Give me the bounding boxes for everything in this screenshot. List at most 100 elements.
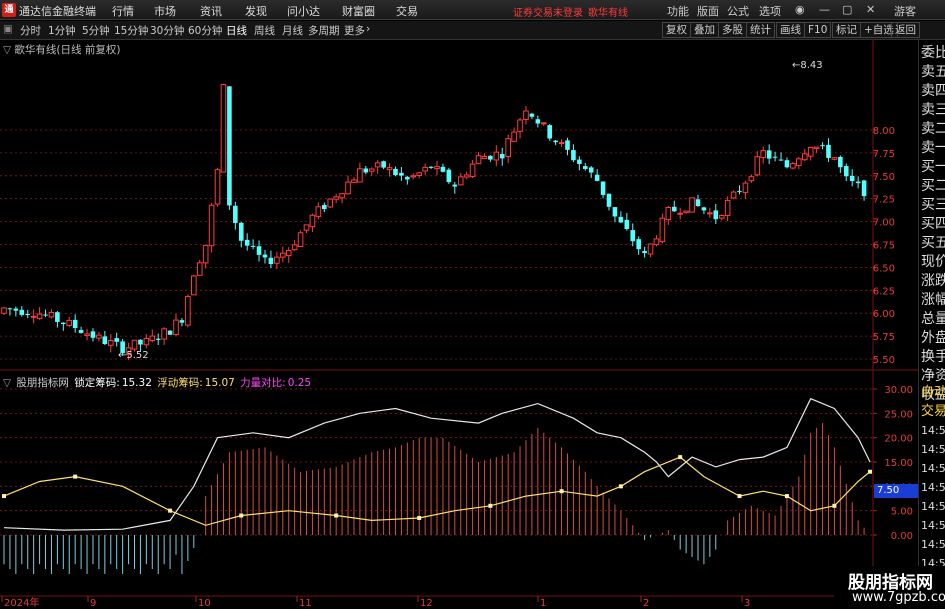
btn-fuquan[interactable]: 复权	[662, 22, 691, 38]
candle-body-up	[345, 181, 351, 195]
candle-body-down	[499, 153, 505, 159]
menu-zixun[interactable]: 资讯	[200, 3, 222, 19]
candle-body-up	[523, 110, 529, 120]
candle-body-down	[535, 119, 541, 124]
candle-body-up	[416, 172, 423, 176]
candle-body-down	[102, 336, 108, 345]
side-item-15[interactable]: 外盘	[921, 329, 945, 347]
period-60min[interactable]: 60分钟	[188, 23, 222, 38]
candle-body-down	[322, 204, 327, 210]
main-y-tick-label: 7.75	[873, 149, 895, 160]
main-y-tick-label: 6.00	[873, 309, 895, 320]
side-item-0[interactable]: 委比	[921, 44, 945, 62]
btn-biaoji[interactable]: 标记	[832, 22, 861, 38]
period-multi[interactable]: 多周期	[308, 23, 340, 38]
menu-xuanxiang[interactable]: 选项	[759, 3, 781, 19]
candle-body-up	[647, 243, 654, 255]
chevron-right-icon[interactable]: ›	[366, 23, 370, 35]
side-item-1[interactable]: 卖五	[921, 63, 945, 81]
period-1min[interactable]: 1分钟	[48, 23, 76, 38]
candle-body-down	[636, 239, 641, 250]
candle-body-up	[315, 206, 322, 217]
candle-body-down	[618, 216, 624, 223]
side-item-12[interactable]: 涨跌	[921, 272, 945, 290]
candle-body-up	[131, 339, 138, 350]
candle-body-down	[642, 250, 647, 254]
collapse-icon[interactable]: ▽	[3, 44, 11, 56]
candle-body-up	[208, 204, 215, 247]
menu-hangqing[interactable]: 行情	[112, 3, 134, 19]
side-item-10[interactable]: 买五	[921, 234, 945, 252]
period-monthly[interactable]: 月线	[282, 23, 303, 38]
period-30min[interactable]: 30分钟	[150, 23, 184, 38]
side-item-2[interactable]: 卖四	[921, 82, 945, 100]
period-daily[interactable]: 日线	[226, 23, 247, 38]
login-status[interactable]: 游客	[894, 3, 916, 19]
side-sub-item-1: 交易	[921, 404, 945, 419]
trade-login-warning[interactable]: 证券交易未登录	[513, 4, 583, 19]
period-15min[interactable]: 15分钟	[114, 23, 148, 38]
candle-body-down	[594, 174, 600, 181]
period-weekly[interactable]: 周线	[254, 23, 275, 38]
side-item-16[interactable]: 换手	[921, 348, 945, 366]
side-item-14[interactable]: 总量	[921, 310, 945, 328]
candle-body-up	[333, 196, 339, 200]
side-item-7[interactable]: 买二	[921, 177, 945, 195]
side-item-4[interactable]: 卖二	[921, 120, 945, 138]
close-icon[interactable]: ✕	[866, 3, 875, 16]
x-tick-label: 9	[90, 598, 96, 609]
btn-diejia[interactable]: 叠加	[690, 22, 719, 38]
btn-duogu[interactable]: 多股	[718, 22, 747, 38]
menu-caifuquan[interactable]: 财富圈	[342, 3, 375, 19]
candle-body-up	[185, 295, 191, 326]
candle-body-down	[630, 230, 636, 242]
menu-faxian[interactable]: 发现	[245, 3, 267, 19]
side-item-11[interactable]: 现价	[921, 253, 945, 271]
main-y-tick-label: 7.00	[873, 218, 895, 229]
menu-gongshi[interactable]: 公式	[727, 3, 749, 19]
candle-body-up	[730, 191, 737, 199]
candle-body-up	[760, 150, 767, 159]
candle-body-up	[107, 339, 114, 346]
collapse-icon[interactable]: ▽	[3, 377, 11, 389]
x-tick-label: 2024年	[4, 596, 39, 609]
minimize-icon[interactable]: —	[819, 3, 830, 16]
side-item-3[interactable]: 卖三	[921, 101, 945, 119]
candle-body-up	[368, 168, 375, 172]
menu-jiaoyi[interactable]: 交易	[396, 3, 418, 19]
float-chip-marker	[488, 503, 493, 508]
toolbar-toggle-icon[interactable]: ▣	[3, 23, 13, 35]
candle-body-down	[428, 166, 434, 168]
user-icon[interactable]: ◉	[795, 3, 805, 16]
btn-tongji[interactable]: 统计	[746, 22, 775, 38]
btn-f10[interactable]: F10	[804, 22, 832, 38]
period-more[interactable]: 更多	[344, 23, 365, 38]
sub-y-tick-label: 20.00	[884, 434, 913, 445]
candle-body-up	[689, 197, 695, 213]
period-5min[interactable]: 5分钟	[82, 23, 110, 38]
float-chip-marker	[678, 455, 683, 460]
menu-gongneng[interactable]: 功能	[667, 3, 689, 19]
candle-body-down	[78, 330, 84, 333]
side-item-17[interactable]: 净资	[921, 367, 945, 385]
period-fenshi[interactable]: 分时	[20, 23, 41, 38]
candle-body-up	[202, 244, 209, 264]
side-item-9[interactable]: 买四	[921, 215, 945, 233]
btn-huaxian[interactable]: 画线	[776, 22, 805, 38]
candle-body-down	[624, 219, 630, 230]
menu-banmian[interactable]: 版面	[697, 3, 719, 19]
candle-body-up	[291, 244, 298, 251]
kline-chart[interactable]: 8.00 7.75 7.50 7.25 7.00 6.75 6.50 6.25 6.00 5.75…	[0, 40, 918, 609]
side-item-5[interactable]: 卖一	[921, 139, 945, 157]
side-item-6[interactable]: 买一	[921, 158, 945, 176]
side-sub-item-8: 14:56	[921, 538, 945, 551]
candle-body-down	[553, 140, 558, 143]
menu-wenxiaoda[interactable]: 问小达	[287, 3, 320, 19]
candle-body-up	[481, 155, 488, 159]
side-item-13[interactable]: 涨幅	[921, 291, 945, 309]
float-chip-marker	[832, 503, 837, 508]
side-item-8[interactable]: 买三	[921, 196, 945, 214]
btn-back[interactable]: 返回	[891, 22, 920, 38]
menu-shichang[interactable]: 市场	[154, 3, 176, 19]
maximize-icon[interactable]: ▢	[842, 3, 852, 16]
